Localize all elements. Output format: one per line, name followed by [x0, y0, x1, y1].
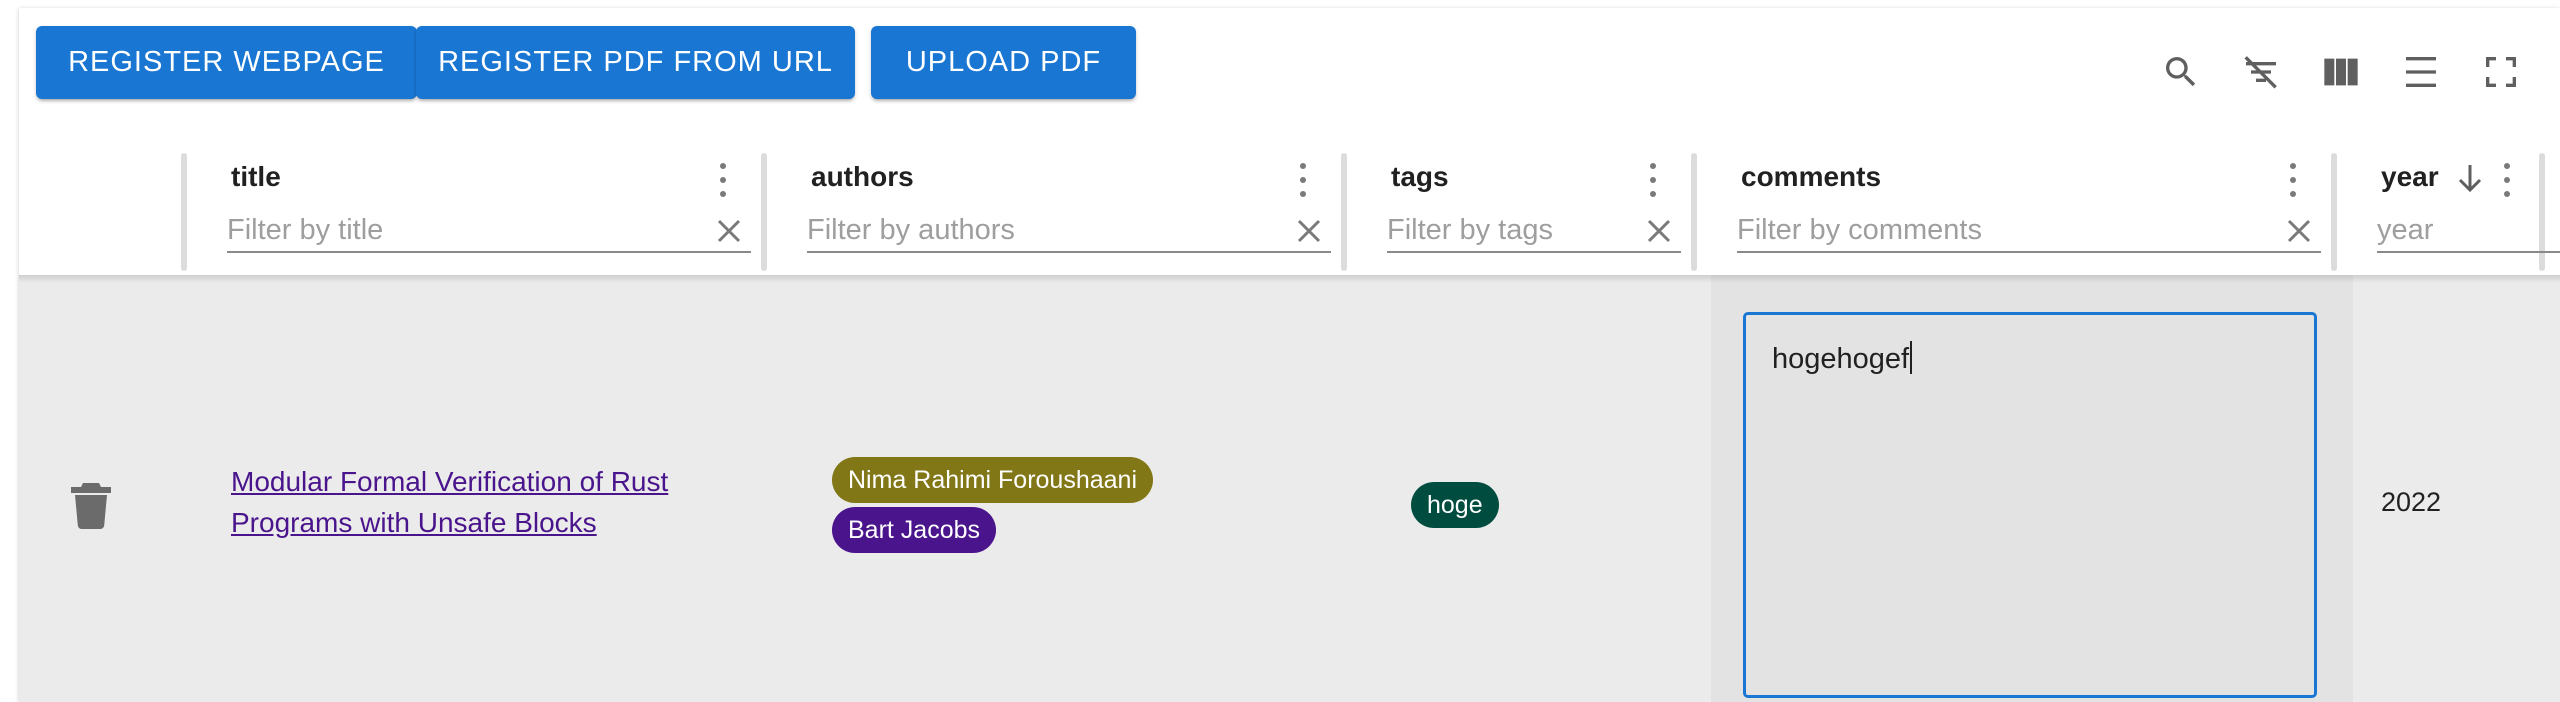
title-filter-input[interactable]	[227, 213, 751, 247]
clear-title-filter-icon[interactable]	[713, 215, 745, 247]
column-separator[interactable]	[2331, 153, 2337, 271]
register-webpage-button[interactable]: Register webpage	[36, 26, 417, 99]
comments-filter-input[interactable]	[1737, 213, 2321, 247]
search-icon[interactable]	[2157, 48, 2205, 96]
clear-comments-filter-icon[interactable]	[2283, 215, 2315, 247]
authors-filter-input[interactable]	[807, 213, 1331, 247]
delete-icon[interactable]	[71, 481, 111, 529]
column-header-authors[interactable]: authors	[811, 161, 914, 193]
year-column-menu-icon[interactable]	[2495, 163, 2519, 197]
tags-column-menu-icon[interactable]	[1641, 163, 1665, 197]
comments-column-menu-icon[interactable]	[2281, 163, 2305, 197]
title-column-menu-icon[interactable]	[711, 163, 735, 197]
comments-filter-field[interactable]	[1737, 209, 2321, 253]
year-value: 2022	[2381, 487, 2442, 517]
fullscreen-icon[interactable]	[2477, 48, 2525, 96]
tags-filter-input[interactable]	[1387, 213, 1681, 247]
clear-authors-filter-icon[interactable]	[1293, 215, 1325, 247]
paper-title-link[interactable]: Modular Formal Verification of Rust Prog…	[231, 461, 751, 543]
column-separator[interactable]	[1691, 153, 1697, 271]
column-separator[interactable]	[181, 153, 187, 271]
column-header-tags[interactable]: tags	[1391, 161, 1449, 193]
header-shadow	[19, 275, 2560, 283]
author-chip[interactable]: Bart Jacobs	[832, 507, 997, 553]
author-chip[interactable]: Nima Rahimi Foroushaani	[832, 457, 1154, 503]
authors-filter-field[interactable]	[807, 209, 1331, 253]
year-filter-field[interactable]	[2377, 209, 2560, 253]
text-caret	[1910, 341, 1913, 374]
density-icon[interactable]	[2397, 48, 2445, 96]
column-header-comments[interactable]: comments	[1741, 161, 1881, 193]
authors-column-menu-icon[interactable]	[1291, 163, 1315, 197]
papers-table-panel: Register webpage Register PDF from URL U…	[19, 8, 2560, 702]
table-header: title authors tags comments year	[19, 133, 2560, 275]
table-row: Modular Formal Verification of Rust Prog…	[19, 275, 2560, 702]
year-filter-input[interactable]	[2377, 213, 2560, 247]
columns-icon[interactable]	[2317, 48, 2365, 96]
tags-filter-field[interactable]	[1387, 209, 1681, 253]
comment-editor[interactable]: hogehogef	[1743, 312, 2317, 698]
column-separator[interactable]	[761, 153, 767, 271]
column-header-title[interactable]: title	[231, 161, 281, 193]
register-pdf-from-url-button[interactable]: Register PDF from URL	[416, 26, 855, 99]
tag-chip[interactable]: hoge	[1411, 482, 1499, 528]
title-filter-field[interactable]	[227, 209, 751, 253]
comment-text: hogehogef	[1772, 343, 1910, 375]
column-separator[interactable]	[1341, 153, 1347, 271]
column-header-year[interactable]: year	[2381, 161, 2439, 193]
upload-pdf-button[interactable]: Upload PDF	[871, 26, 1136, 99]
clear-tags-filter-icon[interactable]	[1643, 215, 1675, 247]
filter-off-icon[interactable]	[2237, 48, 2285, 96]
sort-descending-icon[interactable]	[2455, 161, 2485, 195]
